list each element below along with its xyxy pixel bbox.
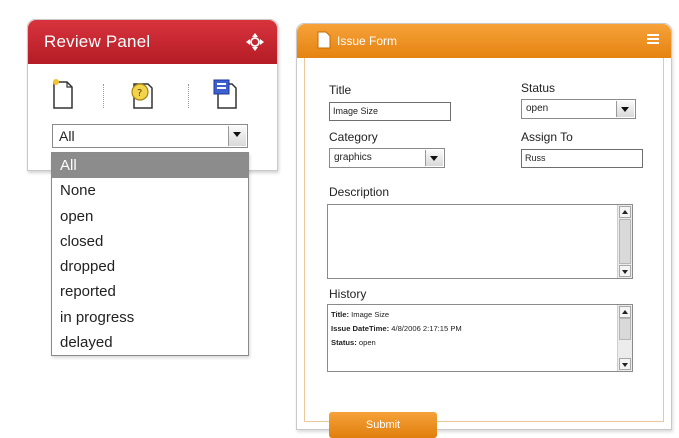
scroll-down-icon[interactable] [619, 265, 631, 277]
submit-button[interactable]: Submit [329, 412, 437, 438]
review-document-icon[interactable]: ? [128, 78, 156, 110]
issue-form-header[interactable]: Issue Form [297, 24, 671, 58]
assign-to-input[interactable]: Russ [521, 149, 643, 168]
history-content: Title: Image Size Issue DateTime: 4/8/20… [331, 308, 462, 350]
move-icon[interactable] [246, 33, 264, 51]
dropdown-option-open[interactable]: open [52, 204, 248, 229]
dropdown-option-all[interactable]: All [52, 153, 248, 179]
dropdown-option-none[interactable]: None [52, 178, 248, 203]
review-toolbar: ? [28, 78, 277, 116]
scroll-up-icon[interactable] [619, 306, 631, 318]
scroll-thumb[interactable] [619, 318, 631, 340]
dropdown-option-dropped[interactable]: dropped [52, 254, 248, 279]
category-select-value: graphics [334, 152, 372, 163]
history-label: History [329, 287, 367, 301]
report-document-icon[interactable] [212, 78, 240, 110]
issue-form-title: Issue Form [337, 34, 398, 48]
scroll-thumb[interactable] [619, 219, 631, 264]
chevron-down-icon[interactable] [425, 150, 443, 166]
new-document-icon[interactable] [52, 78, 74, 110]
category-label: Category [329, 130, 378, 144]
category-select[interactable]: graphics [329, 148, 445, 168]
dropdown-option-delayed[interactable]: delayed [52, 330, 248, 355]
review-panel-header[interactable]: Review Panel [28, 20, 277, 64]
status-filter-dropdown: All None open closed dropped reported in… [51, 152, 249, 356]
menu-icon[interactable] [647, 33, 659, 45]
status-select[interactable]: open [521, 99, 636, 119]
chevron-down-icon[interactable] [616, 101, 634, 117]
toolbar-divider [103, 84, 104, 108]
document-icon [317, 31, 331, 49]
issue-form-body: Title Image Size Status open Category gr… [304, 58, 664, 438]
review-panel: Review Panel ? All [27, 19, 278, 171]
toolbar-divider [188, 84, 189, 108]
scroll-down-icon[interactable] [619, 358, 631, 370]
description-label: Description [329, 185, 390, 199]
dropdown-option-reported[interactable]: reported [52, 279, 248, 304]
dropdown-option-closed[interactable]: closed [52, 229, 248, 254]
history-line: Title: Image Size [331, 310, 390, 319]
chevron-down-icon[interactable] [228, 126, 246, 146]
history-scrollbar[interactable] [617, 305, 632, 371]
review-panel-title: Review Panel [44, 32, 151, 51]
title-label: Title [329, 83, 352, 97]
history-line: Status: open [331, 338, 376, 347]
status-filter-select[interactable]: All [52, 124, 248, 148]
description-textarea[interactable] [327, 204, 633, 279]
title-input[interactable]: Image Size [329, 102, 451, 121]
scroll-up-icon[interactable] [619, 206, 631, 218]
dropdown-option-in-progress[interactable]: in progress [52, 305, 248, 330]
description-scrollbar[interactable] [617, 205, 632, 278]
status-label: Status [521, 81, 556, 95]
svg-text:?: ? [137, 88, 142, 99]
status-filter-value: All [59, 128, 75, 144]
status-select-value: open [526, 103, 549, 114]
history-line: Issue DateTime: 4/8/2006 2:17:15 PM [331, 324, 462, 333]
history-textarea[interactable]: Title: Image Size Issue DateTime: 4/8/20… [327, 304, 633, 372]
issue-form-panel: Issue Form Title Image Size Status open … [296, 23, 672, 438]
assign-to-label: Assign To [521, 130, 573, 144]
